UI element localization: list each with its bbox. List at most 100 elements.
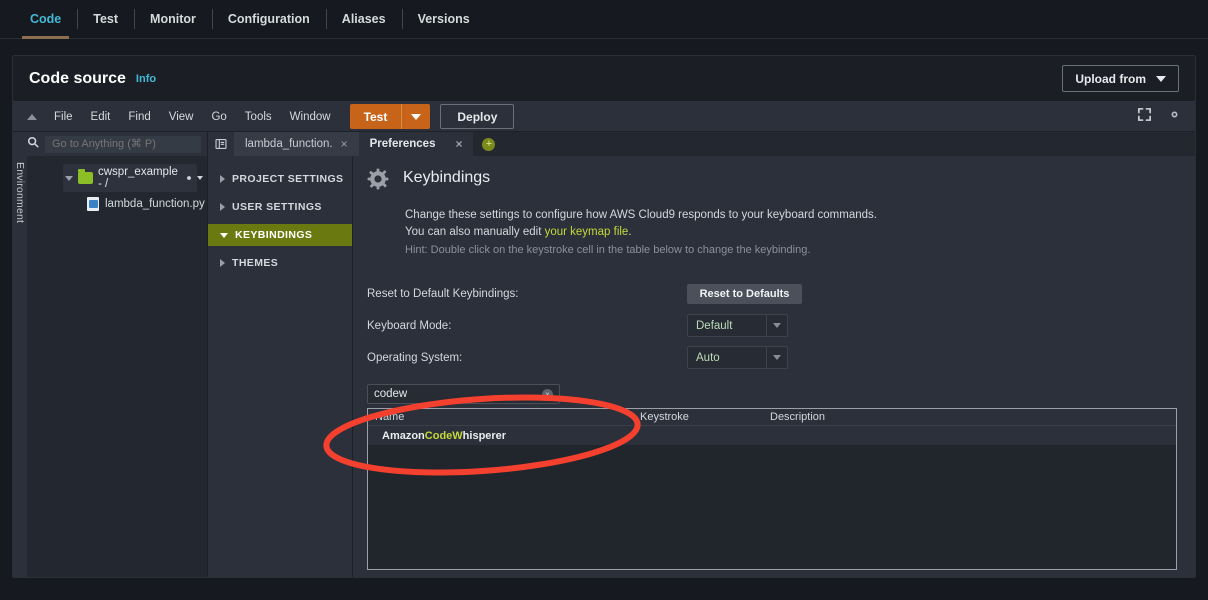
prefnav-user-settings[interactable]: USER SETTINGS [208,196,352,218]
menu-window[interactable]: Window [281,106,340,128]
keyboard-mode-value: Default [688,320,766,332]
chevron-right-icon [220,259,225,267]
operating-system-value: Auto [688,352,766,364]
tab-versions[interactable]: Versions [402,0,486,38]
ide-menubar: File Edit Find View Go Tools Window Test… [13,102,1195,132]
keymap-file-link[interactable]: your keymap file [545,226,629,238]
prefnav-keybindings[interactable]: KEYBINDINGS [208,224,352,246]
column-header-keystroke[interactable]: Keystroke [633,409,763,425]
menu-tools-label: Tools [245,111,272,123]
row-name-rest: hisperer [463,430,506,442]
triangle-up-glyph [27,114,37,120]
tree-folder-label: cwspr_example - / [98,166,178,190]
lambda-top-nav: Code Test Monitor Configuration Aliases … [0,0,1208,39]
menu-view[interactable]: View [160,106,203,128]
setting-row-operating-system: Operating System: Auto [367,342,1177,373]
menu-go[interactable]: Go [202,106,235,128]
environment-rail[interactable]: Environment [13,156,27,577]
menu-find-label: Find [128,111,150,123]
menu-go-label: Go [211,111,226,123]
caret-glyph [773,355,781,360]
setting-row-reset: Reset to Default Keybindings: Reset to D… [367,278,1177,309]
goto-anything-input[interactable] [45,136,201,153]
new-tab-button[interactable]: + [482,138,495,151]
prefnav-project-settings-label: PROJECT SETTINGS [232,173,343,185]
cloud9-ide: File Edit Find View Go Tools Window Test… [13,102,1195,577]
chevron-down-icon [766,347,787,368]
description-line-2-pre: You can also manually edit [405,226,545,238]
keybindings-filter: × [367,384,560,404]
gear-icon [367,168,389,195]
code-source-header: Code source Info Upload from [13,56,1195,102]
tab-aliases[interactable]: Aliases [326,0,402,38]
menu-window-label: Window [290,111,331,123]
preferences-content: Keybindings Change these settings to con… [353,156,1195,577]
keybindings-description: Change these settings to configure how A… [405,207,1177,240]
tree-folder-cwspr-example[interactable]: cwspr_example - / [63,164,197,192]
tree-settings-menu[interactable] [183,172,203,184]
operating-system-select[interactable]: Auto [687,346,788,369]
clear-filter-icon[interactable]: × [542,389,553,400]
page-title: Code source [29,70,126,88]
close-icon[interactable]: × [455,138,462,150]
reset-to-defaults-button[interactable]: Reset to Defaults [687,284,802,304]
tab-lambda-function-label: lambda_function. [245,138,333,150]
menu-edit[interactable]: Edit [82,106,120,128]
chevron-right-icon [220,175,225,183]
test-button[interactable]: Test [350,104,431,129]
deploy-button[interactable]: Deploy [440,104,514,129]
table-row[interactable]: Amazon CodeWhisperer [368,426,1176,445]
file-tree-panel: cwspr_example - / lambda_function.py [27,156,208,577]
keybindings-header: Keybindings [367,168,1177,195]
menu-edit-label: Edit [91,111,111,123]
prefnav-themes[interactable]: THEMES [208,252,352,274]
chevron-down-icon [65,176,73,181]
column-header-description[interactable]: Description [763,409,1176,425]
menu-find[interactable]: Find [119,106,159,128]
tab-monitor-label: Monitor [150,12,196,26]
column-header-name[interactable]: Name [368,409,633,425]
chevron-right-icon [220,203,225,211]
upload-from-button[interactable]: Upload from [1062,65,1179,92]
test-dropdown-toggle[interactable] [402,114,430,120]
collapse-arrow-icon[interactable] [19,114,45,120]
deploy-button-label: Deploy [457,110,497,124]
menu-file[interactable]: File [45,106,82,128]
keyboard-mode-select[interactable]: Default [687,314,788,337]
tree-file-lambda-function[interactable]: lambda_function.py [87,197,207,211]
tab-test[interactable]: Test [77,0,134,38]
search-icon [27,135,39,153]
keybindings-hint: Hint: Double click on the keystroke cell… [405,244,1177,256]
caret-glyph [773,323,781,328]
info-link[interactable]: Info [136,73,156,85]
prefnav-project-settings[interactable]: PROJECT SETTINGS [208,168,352,190]
toggle-tree-icon[interactable] [208,132,234,156]
description-line-1: Change these settings to configure how A… [405,209,877,221]
setting-label-keyboard-mode: Keyboard Mode: [367,320,687,332]
menu-tools[interactable]: Tools [236,106,281,128]
keybindings-settings: Reset to Default Keybindings: Reset to D… [367,278,1177,373]
tab-lambda-function[interactable]: lambda_function. × [234,132,359,156]
tab-configuration[interactable]: Configuration [212,0,326,38]
setting-row-keyboard-mode: Keyboard Mode: Default [367,310,1177,341]
chevron-down-icon [411,114,421,120]
gear-icon[interactable] [1166,106,1183,128]
prefnav-user-settings-label: USER SETTINGS [232,201,322,213]
keybindings-filter-input[interactable] [368,388,542,400]
code-source-card: Code source Info Upload from File Edit F… [12,55,1196,578]
preferences-nav: PROJECT SETTINGS USER SETTINGS KEYBINDIN… [208,156,353,577]
tab-versions-label: Versions [418,12,470,26]
table-header-row: Name Keystroke Description [368,409,1176,426]
tab-preferences-label: Preferences [370,138,436,150]
tab-code[interactable]: Code [14,0,77,38]
fullscreen-icon[interactable] [1137,107,1152,127]
close-icon[interactable]: × [341,138,348,150]
chevron-down-icon [220,233,228,238]
keybindings-title: Keybindings [403,169,490,187]
tab-monitor[interactable]: Monitor [134,0,212,38]
tab-preferences[interactable]: Preferences × [359,132,474,156]
test-button-label: Test [350,110,402,124]
tab-code-label: Code [30,12,61,26]
description-line-2-post: . [628,226,631,238]
tree-file-label: lambda_function.py [105,198,205,210]
